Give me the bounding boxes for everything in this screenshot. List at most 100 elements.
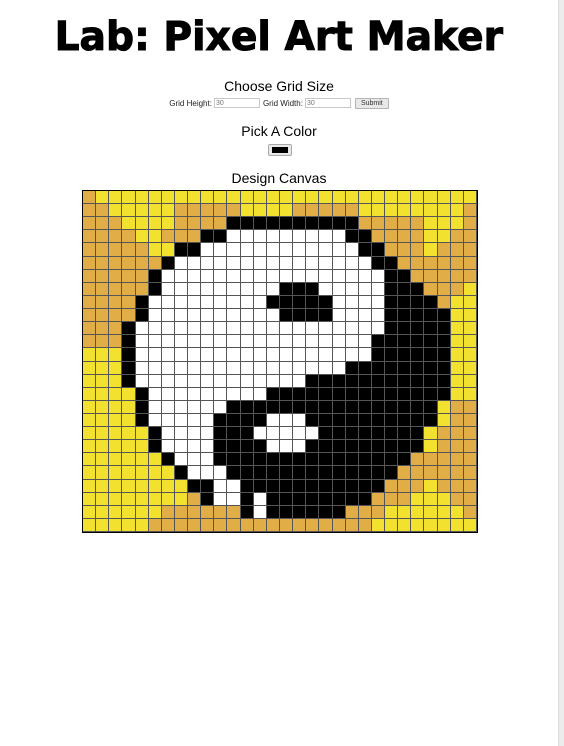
pixel-cell[interactable]	[253, 191, 267, 205]
pixel-cell[interactable]	[188, 269, 202, 283]
pixel-cell[interactable]	[227, 492, 241, 506]
pixel-cell[interactable]	[240, 440, 254, 454]
pixel-cell[interactable]	[96, 282, 110, 296]
pixel-cell[interactable]	[411, 505, 425, 519]
pixel-cell[interactable]	[319, 256, 333, 270]
pixel-cell[interactable]	[437, 413, 451, 428]
pixel-cell[interactable]	[109, 243, 123, 257]
pixel-cell[interactable]	[293, 518, 307, 532]
pixel-cell[interactable]	[148, 466, 162, 480]
pixel-cell[interactable]	[161, 256, 175, 270]
pixel-cell[interactable]	[398, 440, 412, 454]
pixel-cell[interactable]	[201, 295, 215, 310]
pixel-cell[interactable]	[371, 440, 386, 454]
pixel-cell[interactable]	[122, 282, 136, 296]
pixel-cell[interactable]	[253, 413, 267, 428]
pixel-cell[interactable]	[188, 518, 202, 532]
pixel-cell[interactable]	[424, 400, 438, 414]
pixel-cell[interactable]	[161, 374, 175, 388]
pixel-cell[interactable]	[345, 387, 359, 401]
pixel-cell[interactable]	[96, 217, 110, 231]
pixel-cell[interactable]	[345, 492, 359, 506]
pixel-cell[interactable]	[161, 348, 175, 362]
pixel-cell[interactable]	[174, 479, 189, 493]
pixel-cell[interactable]	[385, 191, 399, 205]
pixel-cell[interactable]	[240, 400, 254, 414]
pixel-cell[interactable]	[385, 453, 399, 467]
pixel-cell[interactable]	[227, 322, 241, 336]
pixel-cell[interactable]	[332, 191, 346, 205]
pixel-cell[interactable]	[411, 309, 425, 323]
pixel-cell[interactable]	[450, 282, 464, 296]
pixel-cell[interactable]	[122, 453, 136, 467]
pixel-cell[interactable]	[332, 204, 346, 218]
pixel-cell[interactable]	[122, 243, 136, 257]
pixel-cell[interactable]	[424, 295, 438, 310]
pixel-cell[interactable]	[306, 413, 320, 428]
pixel-cell[interactable]	[306, 335, 320, 349]
pixel-cell[interactable]	[240, 309, 254, 323]
pixel-cell[interactable]	[371, 374, 386, 388]
pixel-cell[interactable]	[83, 400, 97, 414]
pixel-cell[interactable]	[345, 466, 359, 480]
pixel-cell[interactable]	[398, 269, 412, 283]
pixel-cell[interactable]	[385, 295, 399, 310]
pixel-cell[interactable]	[345, 204, 359, 218]
pixel-cell[interactable]	[253, 348, 267, 362]
pixel-cell[interactable]	[437, 479, 451, 493]
pixel-cell[interactable]	[148, 453, 162, 467]
pixel-cell[interactable]	[279, 309, 294, 323]
pixel-cell[interactable]	[306, 204, 320, 218]
pixel-cell[interactable]	[463, 191, 477, 205]
pixel-cell[interactable]	[358, 282, 372, 296]
pixel-cell[interactable]	[122, 295, 136, 310]
pixel-cell[interactable]	[279, 204, 294, 218]
pixel-cell[interactable]	[371, 479, 386, 493]
pixel-cell[interactable]	[306, 322, 320, 336]
pixel-cell[interactable]	[279, 243, 294, 257]
pixel-cell[interactable]	[463, 309, 477, 323]
pixel-cell[interactable]	[437, 256, 451, 270]
pixel-cell[interactable]	[96, 492, 110, 506]
pixel-cell[interactable]	[437, 400, 451, 414]
pixel-cell[interactable]	[371, 413, 386, 428]
pixel-cell[interactable]	[201, 269, 215, 283]
pixel-cell[interactable]	[161, 361, 175, 375]
pixel-cell[interactable]	[306, 348, 320, 362]
pixel-cell[interactable]	[240, 518, 254, 532]
pixel-cell[interactable]	[293, 335, 307, 349]
pixel-cell[interactable]	[214, 440, 228, 454]
pixel-cell[interactable]	[306, 492, 320, 506]
pixel-cell[interactable]	[174, 243, 189, 257]
pixel-cell[interactable]	[332, 361, 346, 375]
pixel-cell[interactable]	[148, 309, 162, 323]
pixel-cell[interactable]	[306, 400, 320, 414]
pixel-cell[interactable]	[332, 440, 346, 454]
pixel-cell[interactable]	[253, 492, 267, 506]
pixel-cell[interactable]	[96, 256, 110, 270]
pixel-cell[interactable]	[385, 361, 399, 375]
pixel-cell[interactable]	[293, 413, 307, 428]
pixel-cell[interactable]	[358, 309, 372, 323]
pixel-cell[interactable]	[332, 282, 346, 296]
pixel-cell[interactable]	[122, 269, 136, 283]
pixel-cell[interactable]	[227, 518, 241, 532]
pixel-cell[interactable]	[332, 400, 346, 414]
pixel-cell[interactable]	[96, 374, 110, 388]
pixel-cell[interactable]	[411, 348, 425, 362]
pixel-cell[interactable]	[253, 374, 267, 388]
pixel-cell[interactable]	[437, 217, 451, 231]
pixel-cell[interactable]	[214, 256, 228, 270]
pixel-cell[interactable]	[83, 453, 97, 467]
pixel-cell[interactable]	[148, 217, 162, 231]
pixel-cell[interactable]	[358, 217, 372, 231]
pixel-cell[interactable]	[122, 256, 136, 270]
pixel-cell[interactable]	[319, 413, 333, 428]
pixel-cell[interactable]	[148, 348, 162, 362]
pixel-cell[interactable]	[424, 413, 438, 428]
pixel-cell[interactable]	[109, 204, 123, 218]
pixel-cell[interactable]	[345, 256, 359, 270]
pixel-cell[interactable]	[227, 387, 241, 401]
pixel-cell[interactable]	[437, 204, 451, 218]
pixel-cell[interactable]	[188, 295, 202, 310]
